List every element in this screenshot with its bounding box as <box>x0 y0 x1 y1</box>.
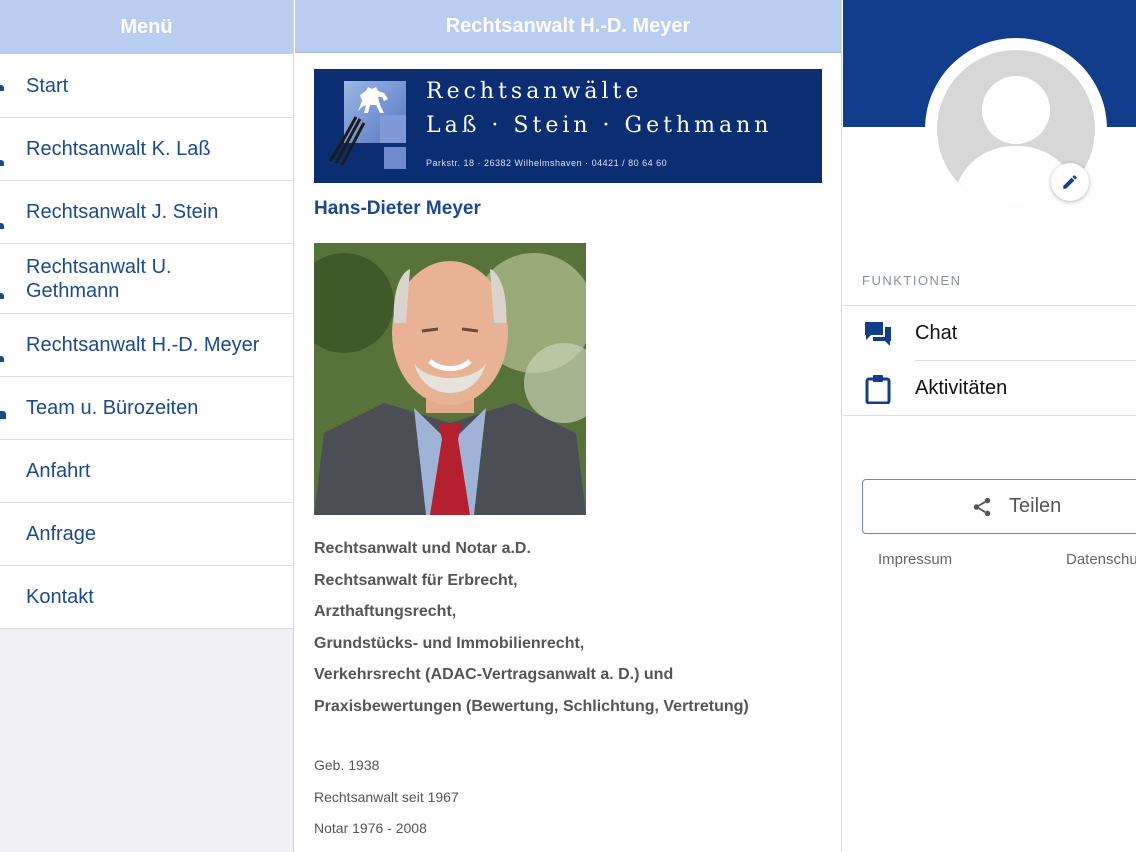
page-title: Rechtsanwalt H.-D. Meyer <box>445 14 691 37</box>
menu-item-label: Rechtsanwalt U. Gethmann <box>26 255 172 302</box>
menu-item-lass[interactable]: Rechtsanwalt K. Laß <box>0 118 293 181</box>
menu-item-kontakt[interactable]: Kontakt <box>0 566 293 629</box>
firm-banner: Rechtsanwälte Laß · Stein · Gethmann Par… <box>314 69 822 183</box>
banner-line1: Rechtsanwälte <box>426 79 643 104</box>
description-line: Arzthaftungsrecht, <box>314 603 457 621</box>
share-label: Teilen <box>1009 495 1062 517</box>
fact-line: Rechtsanwalt seit 1967 <box>314 788 459 805</box>
logo-square-small <box>380 115 406 143</box>
logo-square-small <box>384 147 406 169</box>
menu-header: Menü <box>0 0 293 54</box>
fact-line: Geb. 1938 <box>314 757 380 773</box>
menu-item-marker <box>0 356 4 362</box>
fact-line: Notar 1976 - 2008 <box>314 820 427 837</box>
menu-item-marker <box>0 293 4 299</box>
impressum-link[interactable]: Impressum <box>878 551 952 568</box>
menu-item-label: Start <box>26 74 69 97</box>
menu-item-stein[interactable]: Rechtsanwalt J. Stein <box>0 181 293 244</box>
datenschutz-link[interactable]: Datenschu <box>1066 551 1136 568</box>
content-panel[interactable]: Rechtsanwalt H.-D. Meyer Rechtsanwälte L… <box>295 0 842 852</box>
clipboard-icon <box>865 375 891 404</box>
pencil-icon <box>1063 175 1077 189</box>
portrait-image <box>314 243 586 515</box>
person-name: Hans-Dieter Meyer <box>314 198 481 219</box>
menu-item-label: Rechtsanwalt J. Stein <box>26 201 219 223</box>
menu-item-label: Anfrage <box>26 523 97 545</box>
description-line: Verkehrsrecht (ADAC-Vertragsanwalt a. D.… <box>314 666 674 684</box>
function-item-chat[interactable]: Chat <box>865 306 1136 361</box>
description-line: Praxisbewertungen (Bewertung, Schlichtun… <box>314 697 749 715</box>
portrait-photo <box>314 243 586 515</box>
content-header: Rechtsanwalt H.-D. Meyer <box>295 0 841 53</box>
banner-line2: Laß · Stein · Gethmann <box>426 113 773 138</box>
description-line: Grundstücks- und Immobilienrecht, <box>314 634 585 652</box>
menu-item-marker <box>0 223 4 229</box>
menu-item-label: Rechtsanwalt K. Laß <box>26 138 211 160</box>
menu-item-team[interactable]: Team u. Bürozeiten <box>0 377 293 440</box>
function-label: Chat <box>915 321 958 344</box>
description-line: Rechtsanwalt für Erbrecht, <box>314 571 518 589</box>
edit-profile-button[interactable] <box>1051 163 1089 201</box>
menu-title: Menü <box>120 15 173 38</box>
chat-icon <box>865 322 891 346</box>
share-icon <box>973 497 991 517</box>
menu-item-label: Team u. Bürozeiten <box>26 397 199 419</box>
facts-block: Geb. 1938 Rechtsanwalt seit 1967 Notar 1… <box>314 750 824 845</box>
menu-item-label: Rechtsanwalt H.-D. Meyer <box>26 334 260 356</box>
menu-item-marker <box>0 160 4 166</box>
menu-item-anfahrt[interactable]: Anfahrt <box>0 440 293 503</box>
menu-item-label: Anfahrt <box>26 460 91 482</box>
function-list: Chat Aktivitäten <box>843 305 1136 416</box>
section-label-funktionen: FUNKTIONEN <box>862 273 962 288</box>
right-panel: FUNKTIONEN Chat Aktivitäten Teilen Impre… <box>843 0 1136 852</box>
description-line: Rechtsanwalt und Notar a.D. <box>314 540 531 557</box>
menu-item-marker <box>0 85 4 91</box>
menu-item-label: Kontakt <box>26 586 94 608</box>
menu-panel: Menü Start Rechtsanwalt K. Laß Rechtsanw… <box>0 0 294 852</box>
banner-address: Parkstr. 18 · 26382 Wilhelmshaven · 0442… <box>426 158 668 168</box>
menu-list: Start Rechtsanwalt K. Laß Rechtsanwalt J… <box>0 54 293 629</box>
function-label: Aktivitäten <box>915 376 1008 399</box>
app-window: Menü Start Rechtsanwalt K. Laß Rechtsanw… <box>0 0 1136 852</box>
menu-item-gethmann[interactable]: Rechtsanwalt U. Gethmann <box>0 244 293 314</box>
function-item-aktivitaeten[interactable]: Aktivitäten <box>843 361 1136 416</box>
menu-item-start[interactable]: Start <box>0 54 293 118</box>
menu-item-meyer[interactable]: Rechtsanwalt H.-D. Meyer <box>0 314 293 377</box>
logo-swoosh-icon <box>328 116 366 166</box>
menu-item-anfrage[interactable]: Anfrage <box>0 503 293 566</box>
description-block: Rechtsanwalt und Notar a.D. Rechtsanwalt… <box>314 533 824 723</box>
share-button[interactable]: Teilen <box>862 479 1136 534</box>
menu-item-marker <box>0 411 6 419</box>
